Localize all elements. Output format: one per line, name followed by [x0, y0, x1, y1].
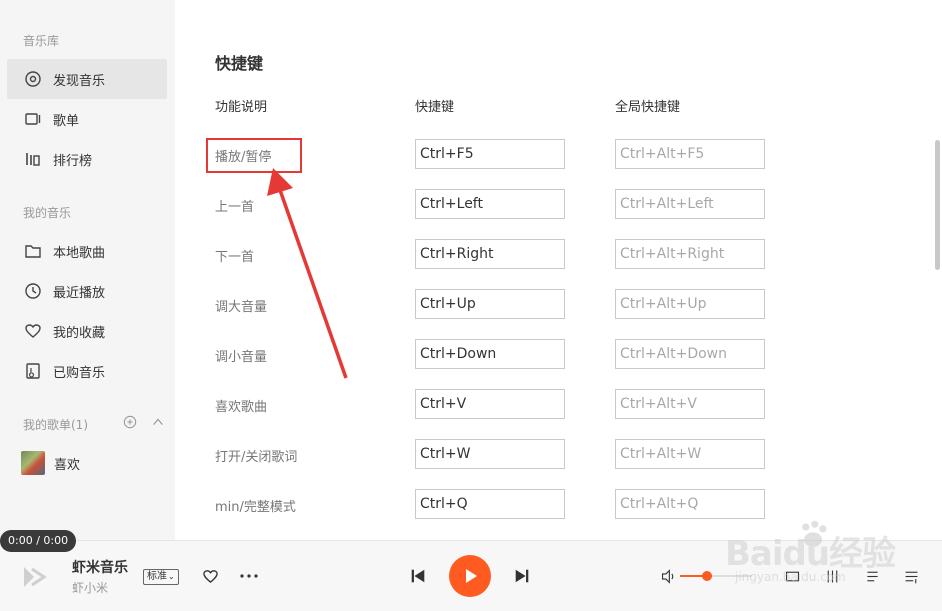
sidebar-item-label: 最近播放 [53, 285, 106, 301]
sidebar-item-purchased[interactable]: 已购音乐 [7, 351, 167, 391]
sidebar-item-recent[interactable]: 最近播放 [7, 271, 167, 311]
sidebar-item-label: 本地歌曲 [53, 245, 106, 261]
play-icon [466, 569, 477, 583]
clock-icon [24, 282, 42, 300]
sidebar-item-label: 发现音乐 [53, 73, 106, 89]
sidebar-item-label: 排行榜 [53, 153, 93, 169]
disc-icon [24, 70, 42, 88]
sidebar-item-label: 已购音乐 [53, 365, 106, 381]
column-header-global-shortcut: 全局快捷键 [615, 100, 681, 115]
page-title: 快捷键 [215, 54, 264, 73]
sidebar-item-favorites[interactable]: 我的收藏 [7, 311, 167, 351]
playlist-cover-image [21, 451, 45, 475]
favorite-heart-icon[interactable] [200, 566, 220, 586]
column-header-shortcut: 快捷键 [415, 100, 455, 115]
shortcut-input[interactable]: Ctrl+Right [415, 239, 565, 269]
annotation-highlight-box [206, 138, 302, 173]
playlist-header-actions [122, 414, 166, 430]
shortcut-input[interactable]: Ctrl+F5 [415, 139, 565, 169]
shortcut-input[interactable]: Ctrl+Up [415, 289, 565, 319]
quality-label: 标准 [147, 571, 167, 582]
add-playlist-icon[interactable] [122, 414, 138, 430]
sidebar-item-playlist-liked[interactable]: 喜欢 [7, 443, 167, 483]
play-button[interactable] [449, 555, 491, 597]
shortcut-input[interactable]: Ctrl+V [415, 389, 565, 419]
global-shortcut-input[interactable]: Ctrl+Alt+Left [615, 189, 765, 219]
xiami-logo-icon [20, 563, 48, 591]
playback-time: 0:00 / 0:00 [0, 530, 77, 552]
my-music-section-title: 我的音乐 [23, 206, 72, 220]
purchased-icon [24, 362, 42, 380]
next-track-icon[interactable] [512, 566, 532, 586]
global-shortcut-input[interactable]: Ctrl+Alt+V [615, 389, 765, 419]
sidebar-item-label: 我的收藏 [53, 325, 106, 341]
watermark-url: jingyan.baidu.com [735, 570, 846, 584]
folder-icon [24, 242, 42, 260]
shortcut-input[interactable]: Ctrl+Down [415, 339, 565, 369]
global-shortcut-input[interactable]: Ctrl+Alt+Up [615, 289, 765, 319]
global-shortcut-input[interactable]: Ctrl+Alt+Right [615, 239, 765, 269]
global-shortcut-input[interactable]: Ctrl+Alt+Down [615, 339, 765, 369]
sidebar-item-playlists[interactable]: 歌单 [7, 99, 167, 139]
song-artist[interactable]: 虾小米 [72, 579, 108, 596]
previous-track-icon[interactable] [408, 566, 428, 586]
watermark-brand: Baidu经验 [725, 534, 896, 574]
sidebar-item-local[interactable]: 本地歌曲 [7, 231, 167, 271]
volume-slider-handle[interactable] [702, 571, 712, 581]
volume-icon[interactable] [658, 566, 678, 586]
chevron-down-icon: ⌄ [168, 572, 175, 581]
shortcut-input[interactable]: Ctrl+Left [415, 189, 565, 219]
global-shortcut-input[interactable]: Ctrl+Alt+Q [615, 489, 765, 519]
library-section-title: 音乐库 [23, 34, 60, 48]
sidebar-item-charts[interactable]: 排行榜 [7, 139, 167, 179]
collapse-chevron-up-icon[interactable] [150, 414, 166, 430]
chart-bars-icon [24, 150, 42, 168]
global-shortcut-input[interactable]: Ctrl+Alt+F5 [615, 139, 765, 169]
shortcut-input[interactable]: Ctrl+Q [415, 489, 565, 519]
shortcut-row-label: min/完整模式 [215, 500, 296, 515]
shortcut-row-label: 下一首 [215, 250, 255, 265]
song-title[interactable]: 虾米音乐 [72, 557, 128, 577]
shortcut-row-label: 喜欢歌曲 [215, 400, 268, 415]
global-shortcut-input[interactable]: Ctrl+Alt+W [615, 439, 765, 469]
baidu-watermark: Baidu经验 jingyan.baidu.com [725, 518, 935, 593]
shortcut-input[interactable]: Ctrl+W [415, 439, 565, 469]
sidebar-item-discover[interactable]: 发现音乐 [7, 59, 167, 99]
scrollbar-thumb[interactable] [935, 140, 940, 270]
shortcut-row-label: 打开/关闭歌词 [215, 450, 298, 465]
shortcut-row-label: 上一首 [215, 200, 255, 215]
playlist-video-icon [24, 110, 42, 128]
my-playlists-section-title: 我的歌单(1) [23, 418, 88, 432]
shortcut-row-label: 调小音量 [215, 350, 268, 365]
more-options-icon[interactable] [238, 566, 260, 586]
sidebar: 音乐库 发现音乐 歌单 排行榜 我的音乐 本地歌曲 最近播放 我的收藏 已购音乐… [0, 0, 175, 540]
sidebar-item-label: 歌单 [53, 113, 80, 129]
column-header-function: 功能说明 [215, 100, 268, 115]
sidebar-item-label: 喜欢 [54, 457, 81, 473]
quality-selector[interactable]: 标准⌄ [143, 569, 179, 585]
heart-icon [24, 322, 42, 340]
shortcuts-panel: 快捷键 功能说明 快捷键 全局快捷键 播放/暂停 Ctrl+F5 Ctrl+Al… [175, 0, 942, 540]
shortcut-row-label: 调大音量 [215, 300, 268, 315]
